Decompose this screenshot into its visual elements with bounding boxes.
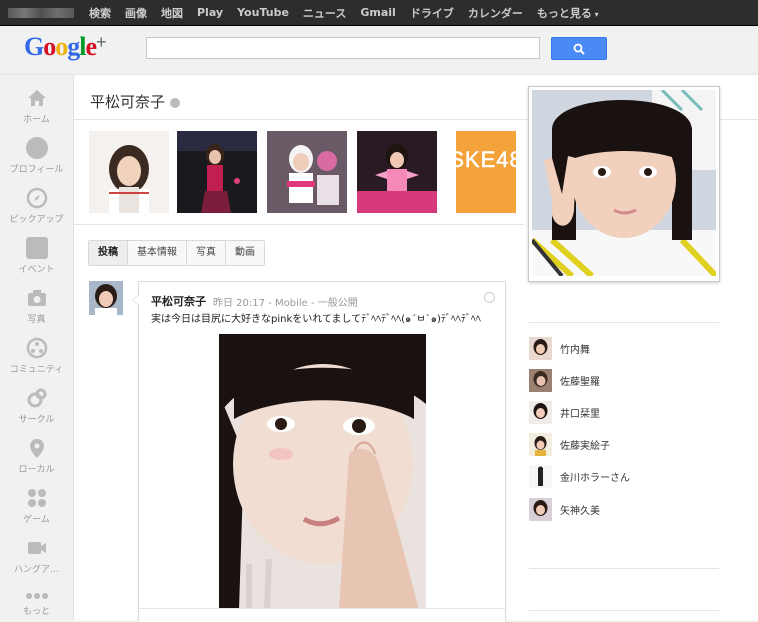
avatar	[529, 497, 552, 521]
avatar	[529, 336, 552, 360]
profile-icon	[25, 137, 48, 159]
nav-link-news[interactable]: ニュース	[296, 5, 353, 21]
circle-member[interactable]: 佐藤聖羅	[529, 368, 600, 392]
strip-photo-4[interactable]	[357, 131, 437, 213]
strip-photo-3[interactable]	[267, 131, 347, 213]
circle-member-name: 佐藤聖羅	[560, 376, 600, 388]
location-pin-icon	[29, 439, 44, 458]
circle-member[interactable]: 佐藤実絵子	[529, 432, 610, 456]
compass-icon	[26, 187, 47, 209]
post-text: 実は今日は目尻に大好きなpinkをいれてましてﾃﾞﾍﾍﾃﾞﾍﾍ(๑´ㅂ`๑)ﾃﾞ…	[151, 314, 481, 325]
leftnav-explore[interactable]: ピックアップ	[0, 187, 73, 225]
post-author-avatar[interactable]	[89, 281, 123, 315]
circle-member[interactable]: 矢神久美	[529, 497, 600, 521]
search-icon	[573, 43, 585, 55]
post-author[interactable]: 平松可奈子	[151, 293, 206, 309]
strip-photo-2[interactable]	[177, 131, 257, 213]
divider	[529, 610, 719, 611]
post-visibility[interactable]: 一般公開	[318, 298, 358, 309]
nav-link-images[interactable]: 画像	[118, 5, 154, 21]
nav-link-more[interactable]: もっと見る	[530, 5, 606, 21]
nav-link-gmail[interactable]: Gmail	[353, 6, 402, 19]
games-icon	[27, 489, 46, 507]
leftnav-home[interactable]: ホーム	[0, 87, 73, 125]
leftnav-communities[interactable]: コミュニティ	[0, 337, 73, 375]
calendar-icon	[25, 237, 48, 259]
leftnav-profile[interactable]: プロフィール	[0, 137, 73, 175]
leftnav-circles[interactable]: サークル	[0, 387, 73, 425]
leftnav-photos[interactable]: 写真	[0, 287, 73, 325]
circle-member[interactable]: 金川ホラーさん	[529, 464, 630, 488]
leftnav-local[interactable]: ローカル	[0, 437, 73, 475]
user-name-blurred[interactable]	[8, 8, 74, 18]
header: Google+	[0, 26, 758, 75]
circle-member-name: 竹内舞	[560, 344, 590, 356]
leftnav-events[interactable]: イベント	[0, 237, 73, 275]
tab-videos[interactable]: 動画	[226, 241, 264, 265]
post-image[interactable]	[219, 334, 426, 610]
leftnav-hangouts[interactable]: ハングア…	[0, 537, 73, 575]
circle-member-name: 金川ホラーさん	[560, 472, 630, 484]
hangout-icon	[27, 542, 46, 554]
post-meta: 昨日 20:17 - Mobile - 一般公開	[213, 298, 358, 309]
avatar	[529, 432, 552, 456]
home-icon	[27, 90, 46, 106]
circle-member-name: 井口栞里	[560, 408, 600, 420]
profile-name: 平松可奈子	[90, 91, 181, 112]
circle-member[interactable]: 竹内舞	[529, 336, 590, 360]
nav-link-play[interactable]: Play	[190, 6, 230, 19]
ske48-logo[interactable]: SKE48	[456, 131, 516, 213]
strip-photo-1[interactable]	[89, 131, 169, 213]
avatar	[529, 464, 552, 488]
post-source: Mobile	[274, 298, 308, 309]
left-navigation: ホーム プロフィール ピックアップ イベント 写真 コミュニティ サークル ロー…	[0, 75, 74, 620]
circle-member[interactable]: 井口栞里	[529, 400, 600, 424]
circles-icon	[27, 388, 46, 408]
verified-icon	[170, 97, 181, 108]
post-menu-chevron-icon[interactable]	[484, 292, 495, 303]
camera-icon	[27, 290, 46, 306]
top-nav-links: 検索 画像 地図 Play YouTube ニュース Gmail ドライブ カレ…	[82, 0, 606, 25]
google-plus-logo[interactable]: Google+	[24, 32, 106, 62]
svg-text:SKE48: SKE48	[456, 147, 516, 172]
top-navigation-bar: 検索 画像 地図 Play YouTube ニュース Gmail ドライブ カレ…	[0, 0, 758, 26]
avatar	[529, 368, 552, 392]
leftnav-more[interactable]: もっと	[0, 591, 73, 617]
leftnav-games[interactable]: ゲーム	[0, 487, 73, 525]
community-icon	[26, 337, 47, 359]
profile-cover-photo[interactable]	[528, 86, 720, 282]
tab-about[interactable]: 基本情報	[128, 241, 187, 265]
divider	[529, 568, 719, 569]
search-button[interactable]	[551, 37, 607, 60]
tab-photos[interactable]: 写真	[187, 241, 226, 265]
nav-link-maps[interactable]: 地図	[154, 5, 190, 21]
nav-link-calendar[interactable]: カレンダー	[461, 5, 530, 21]
search-input[interactable]	[146, 37, 540, 59]
nav-link-search[interactable]: 検索	[82, 5, 118, 21]
more-dots-icon	[25, 593, 48, 599]
avatar	[529, 400, 552, 424]
circle-member-name: 佐藤実絵子	[560, 440, 610, 452]
nav-link-youtube[interactable]: YouTube	[230, 6, 296, 19]
post-time[interactable]: 昨日 20:17	[213, 298, 265, 309]
divider	[529, 322, 719, 323]
profile-tabs: 投稿 基本情報 写真 動画	[88, 240, 265, 266]
circle-member-name: 矢神久美	[560, 505, 600, 517]
divider	[74, 224, 524, 225]
nav-link-drive[interactable]: ドライブ	[403, 5, 461, 21]
post-card: 平松可奈子 昨日 20:17 - Mobile - 一般公開 実は今日は目尻に大…	[132, 281, 506, 622]
tab-posts[interactable]: 投稿	[89, 241, 128, 265]
